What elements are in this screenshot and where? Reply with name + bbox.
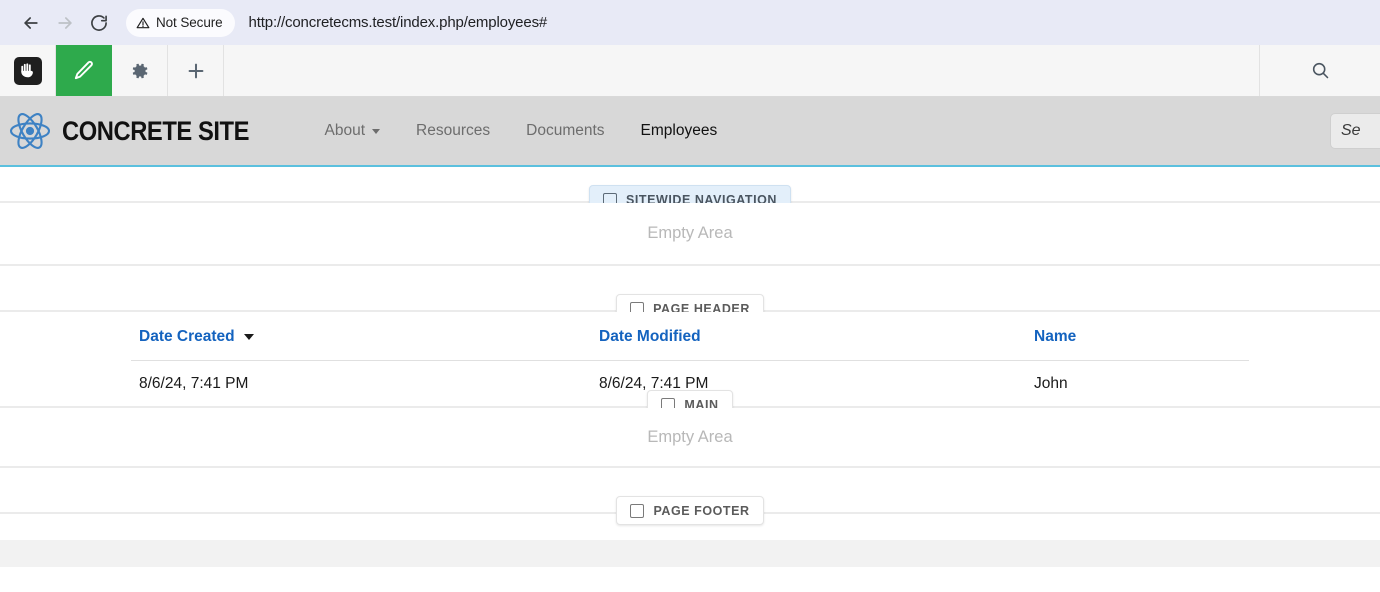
nav-item-about[interactable]: About: [307, 122, 399, 140]
arrow-left-icon: [24, 16, 38, 29]
gear-icon: [132, 63, 147, 78]
nav-item-documents[interactable]: Documents: [508, 122, 622, 140]
atom-logo-icon: [9, 113, 51, 149]
site-main-navigation: About Resources Documents Employees: [307, 122, 736, 140]
chevron-down-icon: [372, 128, 381, 134]
nav-item-employees-label: Employees: [640, 122, 718, 139]
area-tag-page-footer[interactable]: Page Footer: [616, 496, 764, 525]
employees-table-head: Date Created Date Modified Name: [131, 312, 1249, 361]
browser-forward-button[interactable]: [48, 6, 82, 40]
column-header-name-label: Name: [1034, 328, 1077, 345]
area-sitewide-navigation[interactable]: Sitewide Navigation: [0, 167, 1380, 214]
column-header-date-created[interactable]: Date Created: [131, 312, 591, 361]
area-main[interactable]: Date Created Date Modified Name 8/6/24, …: [0, 312, 1380, 419]
site-brand-name: CONCRETE SITE: [62, 115, 250, 146]
toolbar-spacer: [224, 45, 1260, 96]
toolbar-edit-mode-button[interactable]: [56, 45, 112, 96]
pencil-icon: [74, 60, 93, 80]
column-header-date-modified[interactable]: Date Modified: [591, 312, 1026, 361]
empty-area-label-bottom: Empty Area: [647, 427, 733, 446]
area-empty-bottom[interactable]: Empty Area: [0, 408, 1380, 468]
site-brand[interactable]: CONCRETE SITE: [8, 111, 275, 151]
table-header-row: Date Created Date Modified Name: [131, 312, 1249, 361]
column-header-name[interactable]: Name: [1026, 312, 1249, 361]
area-empty-top[interactable]: Empty Area: [0, 203, 1380, 266]
column-header-date-created-label: Date Created: [139, 328, 235, 345]
area-tag-label-page-footer: Page Footer: [653, 503, 750, 518]
toolbar-concrete-logo-button[interactable]: [0, 45, 56, 96]
square-outline-icon: [630, 503, 645, 518]
nav-item-documents-label: Documents: [526, 122, 605, 139]
column-header-date-modified-label: Date Modified: [599, 328, 701, 345]
arrow-right-icon: [58, 16, 72, 29]
toolbar-settings-button[interactable]: [112, 45, 168, 96]
site-footer-strip: [0, 540, 1380, 567]
security-status-label: Not Secure: [156, 15, 223, 30]
site-header: CONCRETE SITE About Resources Documents …: [0, 97, 1380, 230]
nav-item-employees[interactable]: Employees: [623, 122, 736, 140]
cell-name: John: [1026, 360, 1249, 410]
area-page-footer[interactable]: Page Footer: [0, 468, 1380, 525]
area-page-header[interactable]: Page Header: [0, 266, 1380, 323]
plus-icon: [188, 63, 203, 78]
address-bar-url: http://concretecms.test/index.php/employ…: [248, 14, 548, 31]
toolbar-search-button[interactable]: [1260, 45, 1380, 96]
site-search-input[interactable]: Se: [1330, 113, 1380, 149]
security-status-badge[interactable]: Not Secure: [126, 8, 235, 37]
empty-area-label-top: Empty Area: [647, 224, 733, 242]
nav-item-about-label: About: [324, 122, 366, 139]
browser-reload-button[interactable]: [82, 6, 116, 40]
nav-item-resources-label: Resources: [416, 122, 491, 139]
reload-icon: [91, 14, 107, 31]
sort-descending-icon: [243, 334, 254, 340]
site-search-placeholder: Se: [1341, 122, 1361, 139]
browser-toolbar: Not Secure http://concretecms.test/index…: [0, 0, 1380, 45]
concrete-hand-icon: [13, 56, 42, 85]
cms-toolbar: [0, 45, 1380, 97]
page-content: Sitewide Navigation Empty Area Page Head…: [0, 167, 1380, 540]
nav-item-resources[interactable]: Resources: [398, 122, 508, 140]
warning-triangle-icon: [136, 17, 150, 28]
browser-back-button[interactable]: [14, 6, 48, 40]
cell-date-created: 8/6/24, 7:41 PM: [131, 360, 591, 410]
address-bar[interactable]: Not Secure http://concretecms.test/index…: [116, 0, 1380, 45]
toolbar-add-button[interactable]: [168, 45, 224, 96]
magnifier-icon: [1312, 62, 1328, 79]
